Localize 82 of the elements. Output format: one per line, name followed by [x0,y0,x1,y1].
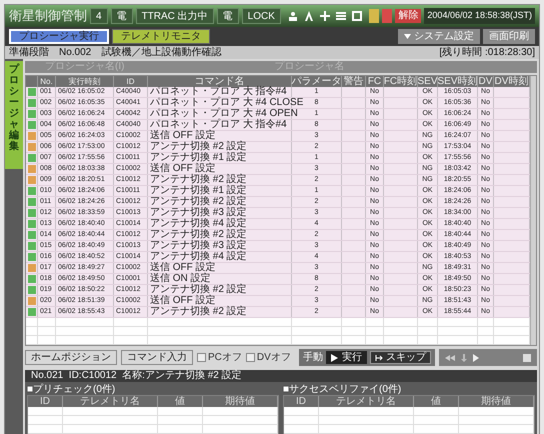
table-cell: アンテナ切換 #3 設定 [150,241,247,251]
checkbox-label: DVオフ [256,352,291,362]
app-title: 衛星制御管制 [9,7,87,26]
checkbox-label: PCオフ [208,352,242,362]
column-header: 値 [175,396,185,406]
status-indicator: 4 [90,8,108,24]
skip-button[interactable]: スキップ [370,351,431,364]
checkbox[interactable] [246,353,255,362]
column-header: 期待値 [225,396,255,406]
skip-icon [374,354,383,362]
panel-title: ■プリチェック(0件) [27,384,116,395]
table-cell: パロネット・プロア 大 #4 OPEN [150,109,298,119]
column-header: ID [126,76,134,86]
play-icon[interactable] [472,354,479,362]
status-indicator: 電 [110,8,133,24]
tab[interactable]: プロシージャ実行 [9,29,109,44]
column-header: 実行時刻 [68,76,100,86]
stop-icon[interactable] [523,354,531,362]
column-header: SEV時刻 [438,76,478,86]
table-cell: アンテナ切換 #2 設定 [150,175,247,185]
column-header: 警告 [344,76,364,86]
table-cell: アンテナ切換 #2 設定 [150,197,247,207]
rewind-icon[interactable] [444,354,455,360]
column-header: テレメトリ名 [80,396,140,406]
table-cell: 送信 ON 設定 [150,274,211,284]
window-icon[interactable] [352,11,362,21]
table-cell: 送信 OFF 設定 [150,263,216,273]
table-cell: パロネット・プロア 大 #4 CLOSE [150,98,304,108]
status-indicator: TTRAC 出力中 [136,8,214,24]
checkbox[interactable] [197,353,206,362]
table-cell: 送信 OFF 設定 [150,164,216,174]
mode-label: 手動 [302,352,323,362]
command-button[interactable]: コマンド入力 [121,350,193,365]
procedure-name: 試験機／地上設備動作確認 [101,48,222,58]
status-indicator: 電 [216,8,239,24]
column-header: 値 [431,396,441,406]
caret-icon [404,34,411,39]
run-button[interactable]: 実行 [326,351,367,364]
table-cell: パロネット・プロア 大 指令#4 [150,120,287,130]
table-cell: アンテナ切換 #2 設定 [150,307,247,317]
column-header: 期待値 [481,396,511,406]
scrollbar[interactable] [530,76,536,345]
column-header: ID [296,396,306,406]
column-header: テレメトリ名 [336,396,396,406]
column-header: DV時刻 [494,76,528,86]
remaining-time: [残り時間 :018:28:30] [439,48,535,58]
panel-title: ■サクセスベリファイ(0件) [283,384,402,395]
side-tab[interactable]: プロシージャ編集 [5,61,23,169]
table-cell: アンテナ切換 #3 設定 [150,208,247,218]
phase-label: 準備段階 [9,48,49,58]
column-header: FC [368,76,382,86]
command-detail: No.021 ID:C10012 名称:アンテナ切換 #2 設定 [31,371,242,381]
status-indicator: LOCK [242,8,281,24]
list-icon[interactable] [336,11,346,21]
figure-icon[interactable] [304,11,314,21]
table-cell: パロネット・プロア 大 指令#4 [150,87,287,97]
release-button[interactable]: 解除 [395,9,422,23]
column-header: FC時刻 [384,76,418,86]
table-cell: アンテナ切換 #2 設定 [150,142,247,152]
column-header: コマンド名 [194,76,244,86]
column-header: ID [40,396,50,406]
column-header: No. [40,76,53,86]
side-tab-label: プロシージャ編集 [9,64,19,154]
tab[interactable]: テレメトリモニタ [112,29,210,44]
command-button[interactable]: ホームポジション [25,350,117,365]
procedure-number: No.002 [59,48,92,58]
table-cell: アンテナ切換 #1 設定 [150,186,247,196]
table-cell: アンテナ切換 #1 設定 [150,153,247,163]
table-cell: アンテナ切換 #4 設定 [150,252,247,262]
column-header: SEV [418,76,438,86]
table-cell: アンテナ切換 #2 設定 [150,230,247,240]
column-header: DV [478,76,492,86]
column-header: パラメータ [292,76,342,86]
date-time: 2004/06/02 18:58:38(JST) [424,8,535,24]
table-cell: アンテナ切換 #2 設定 [150,285,247,295]
play-icon [330,354,338,362]
table-cell: アンテナ切換 #4 設定 [150,219,247,229]
table-cell: 送信 OFF 設定 [150,131,216,141]
user-icon[interactable] [288,11,298,21]
down-arrow-icon[interactable] [460,354,467,362]
table-cell: 送信 OFF 設定 [150,296,216,306]
plus-icon[interactable] [320,11,330,21]
